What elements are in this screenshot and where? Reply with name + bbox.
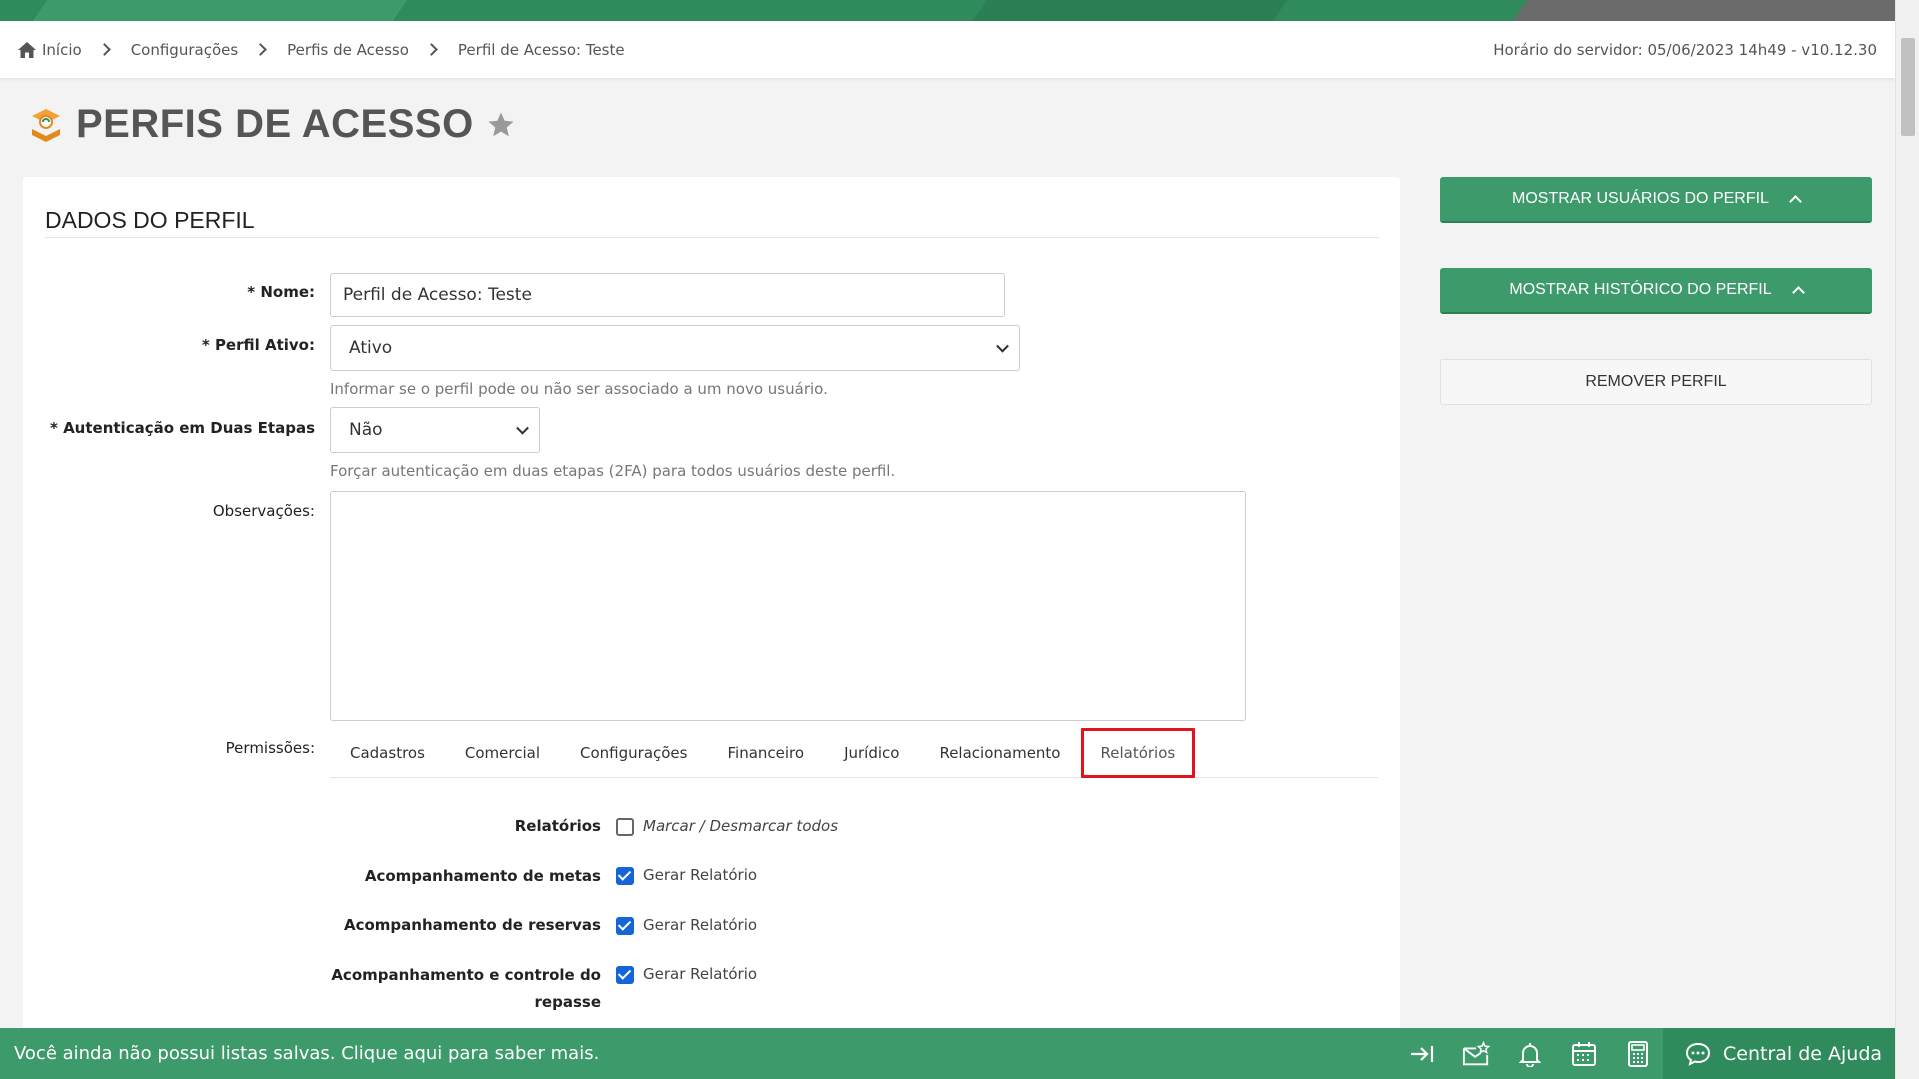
tab-relatorios[interactable]: Relatórios bbox=[1080, 728, 1196, 778]
page-title: PERFIS DE ACESSO bbox=[76, 102, 474, 146]
perm-acompanhamento-metas-label: Acompanhamento de metas bbox=[364, 867, 601, 885]
toggle-all-checkbox[interactable] bbox=[616, 818, 634, 836]
breadcrumb-configuracoes[interactable]: Configurações bbox=[131, 41, 238, 59]
tab-juridico[interactable]: Jurídico bbox=[824, 728, 919, 778]
perfil-ativo-label: * Perfil Ativo: bbox=[201, 336, 315, 354]
chevron-up-icon bbox=[1789, 195, 1802, 208]
profile-data-card: DADOS DO PERFIL * Nome: Perfil de Acesso… bbox=[23, 177, 1400, 1037]
page-header: PERFIS DE ACESSO bbox=[28, 102, 516, 147]
perm-option-label[interactable]: Gerar Relatório bbox=[643, 866, 757, 884]
permissoes-label: Permissões: bbox=[225, 739, 315, 757]
profile-access-icon bbox=[32, 108, 60, 142]
observacoes-label: Observações: bbox=[212, 502, 315, 520]
chevron-down-icon bbox=[996, 339, 1009, 353]
twofa-label: * Autenticação em Duas Etapas bbox=[50, 419, 315, 437]
permissions-tabs: Cadastros Comercial Configurações Financ… bbox=[330, 728, 1378, 778]
perfil-ativo-hint: Informar se o perfil pode ou não ser ass… bbox=[330, 380, 828, 398]
tab-financeiro[interactable]: Financeiro bbox=[707, 728, 824, 778]
perm-option-label[interactable]: Gerar Relatório bbox=[643, 965, 757, 983]
observacoes-textarea[interactable] bbox=[330, 491, 1246, 721]
top-banner bbox=[0, 0, 1895, 21]
tab-relacionamento[interactable]: Relacionamento bbox=[919, 728, 1080, 778]
tab-configuracoes[interactable]: Configurações bbox=[560, 728, 707, 778]
breadcrumb-bar: Início Configurações Perfis de Acesso Pe… bbox=[0, 21, 1895, 78]
scrollbar[interactable] bbox=[1895, 0, 1919, 1079]
twofa-select[interactable]: Não bbox=[330, 407, 540, 453]
toggle-all-label[interactable]: Marcar / Desmarcar todos bbox=[643, 817, 838, 835]
bell-icon[interactable] bbox=[1516, 1040, 1544, 1068]
divider bbox=[45, 237, 1379, 238]
scrollbar-thumb[interactable] bbox=[1901, 38, 1915, 136]
chevron-right-icon bbox=[254, 43, 268, 56]
exit-icon[interactable] bbox=[1408, 1040, 1436, 1068]
section-title: DADOS DO PERFIL bbox=[45, 207, 255, 233]
home-icon bbox=[18, 41, 36, 58]
server-time: Horário do servidor: 05/06/2023 14h49 - … bbox=[1493, 40, 1877, 59]
chevron-right-icon bbox=[425, 43, 438, 56]
show-history-button[interactable]: MOSTRAR HISTÓRICO DO PERFIL bbox=[1440, 268, 1872, 314]
nome-label: * Nome: bbox=[247, 283, 315, 301]
star-favorite-icon[interactable] bbox=[486, 110, 516, 140]
perm-option-label[interactable]: Gerar Relatório bbox=[643, 916, 757, 934]
chevron-up-icon bbox=[1791, 286, 1805, 299]
remove-profile-button[interactable]: REMOVER PERFIL bbox=[1440, 359, 1872, 405]
breadcrumb: Início Configurações Perfis de Acesso Pe… bbox=[18, 21, 625, 78]
twofa-hint: Forçar autenticação em duas etapas (2FA)… bbox=[330, 462, 896, 480]
perm-acompanhamento-reservas-checkbox[interactable] bbox=[616, 917, 634, 935]
calendar-icon[interactable] bbox=[1570, 1040, 1598, 1068]
nome-input[interactable]: Perfil de Acesso: Teste bbox=[330, 273, 1005, 317]
footer-icons bbox=[1408, 1028, 1652, 1079]
calculator-icon[interactable] bbox=[1624, 1040, 1652, 1068]
perm-acompanhamento-metas-checkbox[interactable] bbox=[616, 867, 634, 885]
perm-acompanhamento-repasse-checkbox[interactable] bbox=[616, 966, 634, 984]
footer-bar: Você ainda não possui listas salvas. Cli… bbox=[0, 1028, 1895, 1079]
perm-acompanhamento-reservas-label: Acompanhamento de reservas bbox=[344, 916, 601, 934]
chevron-right-icon bbox=[97, 43, 111, 56]
relatorios-group-label: Relatórios bbox=[514, 817, 601, 835]
perm-acompanhamento-repasse-label: Acompanhamento e controle do repasse bbox=[331, 966, 601, 1011]
tab-cadastros[interactable]: Cadastros bbox=[330, 728, 445, 778]
mail-star-icon[interactable] bbox=[1462, 1040, 1490, 1068]
tab-comercial[interactable]: Comercial bbox=[445, 728, 560, 778]
saved-lists-message[interactable]: Você ainda não possui listas salvas. Cli… bbox=[14, 1028, 599, 1079]
perfil-ativo-select[interactable]: Ativo bbox=[330, 325, 1020, 371]
show-users-button[interactable]: MOSTRAR USUÁRIOS DO PERFIL bbox=[1440, 177, 1872, 223]
breadcrumb-home[interactable]: Início bbox=[18, 41, 82, 59]
chevron-down-icon bbox=[516, 421, 529, 435]
breadcrumb-perfis[interactable]: Perfis de Acesso bbox=[287, 41, 409, 59]
breadcrumb-current: Perfil de Acesso: Teste bbox=[457, 40, 625, 59]
help-center-button[interactable]: Central de Ajuda bbox=[1663, 1028, 1895, 1079]
chat-icon bbox=[1685, 1042, 1711, 1066]
